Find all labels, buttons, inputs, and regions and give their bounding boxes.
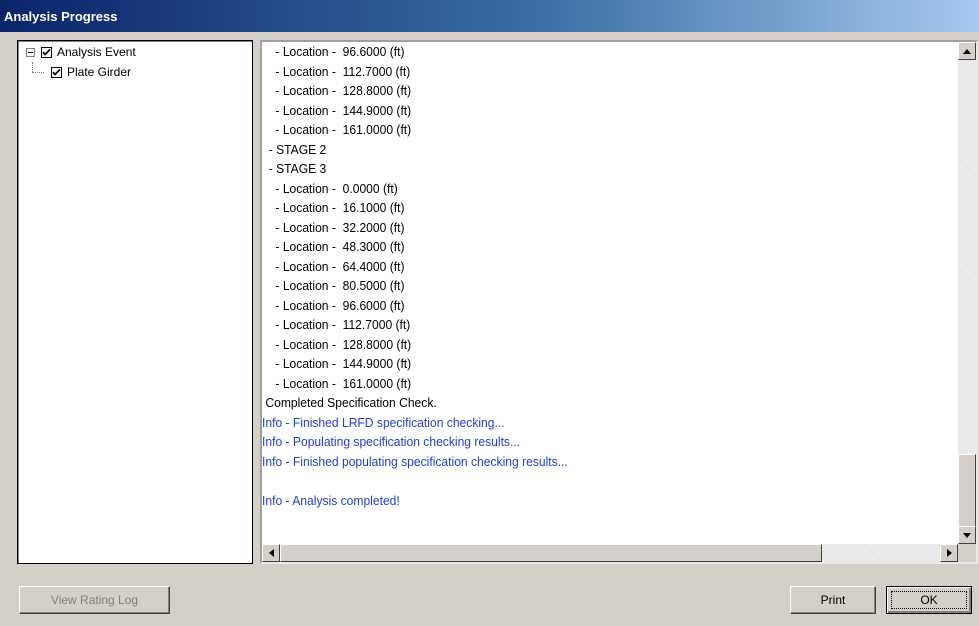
view-rating-log-label: View Rating Log xyxy=(50,593,139,607)
dialog-body: Analysis Event Plate Girder - Location -… xyxy=(0,32,979,626)
checkbox-analysis-event[interactable] xyxy=(41,46,52,58)
log-info-line: Info - Finished populating specification… xyxy=(262,453,568,469)
vertical-scroll-thumb[interactable] xyxy=(958,454,976,532)
collapse-icon[interactable] xyxy=(26,47,35,57)
arrow-down-icon xyxy=(963,532,971,538)
scroll-up-button[interactable] xyxy=(958,42,976,60)
log-line: - Location - 112.7000 (ft) xyxy=(262,63,411,79)
log-line: - Location - 128.8000 (ft) xyxy=(262,336,412,352)
log-line: Completed Specification Check. xyxy=(262,395,437,410)
tree-item-label: Plate Girder xyxy=(67,65,132,79)
arrow-up-icon xyxy=(963,48,971,54)
arrow-left-icon xyxy=(268,549,274,557)
focus-rectangle xyxy=(891,591,967,609)
log-line: - Location - 48.3000 (ft) xyxy=(262,239,405,254)
log-line: - Location - 128.8000 (ft) xyxy=(262,83,412,98)
log-line: - Location - 32.2000 (ft) xyxy=(262,219,405,235)
log-line: - Location - 64.4000 (ft) xyxy=(262,258,405,274)
log-text-area[interactable]: - Location - 96.6000 (ft) - Location - 1… xyxy=(262,42,958,544)
log-info-line: Info - Finished LRFD specification check… xyxy=(262,414,505,430)
scrollbar-corner xyxy=(958,544,976,562)
scroll-left-button[interactable] xyxy=(262,544,280,562)
scroll-down-button[interactable] xyxy=(958,526,976,544)
log-line: - STAGE 3 xyxy=(262,161,327,176)
log-line: - STAGE 2 xyxy=(262,141,327,157)
horizontal-scrollbar[interactable] xyxy=(262,544,958,562)
window-title: Analysis Progress xyxy=(4,9,118,24)
scroll-right-button[interactable] xyxy=(940,544,958,562)
view-rating-log-button[interactable]: View Rating Log xyxy=(19,586,170,614)
log-line: - Location - 112.7000 (ft) xyxy=(262,317,411,332)
checkbox-plate-girder[interactable] xyxy=(51,66,62,78)
window-title-bar: Analysis Progress xyxy=(0,0,979,32)
log-line: - Location - 144.9000 (ft) xyxy=(262,102,412,118)
tree-connector xyxy=(32,72,44,73)
horizontal-scroll-thumb[interactable] xyxy=(280,544,822,562)
log-line: - Location - 80.5000 (ft) xyxy=(262,278,405,293)
analysis-log[interactable]: - Location - 96.6000 (ft) - Location - 1… xyxy=(260,40,978,564)
ok-button[interactable]: OK xyxy=(886,586,972,614)
log-line: - Location - 0.0000 (ft) xyxy=(262,180,398,196)
tree-item-analysis-event[interactable]: Analysis Event xyxy=(26,43,136,61)
tree-item-plate-girder[interactable]: Plate Girder xyxy=(51,63,131,81)
log-line: - Location - 161.0000 (ft) xyxy=(262,375,412,391)
checkmark-icon xyxy=(42,48,51,56)
checkmark-icon xyxy=(52,68,61,76)
print-button[interactable]: Print xyxy=(790,586,876,614)
log-line: - Location - 96.6000 (ft) xyxy=(262,44,405,59)
log-info-line: Info - Analysis completed! xyxy=(262,492,400,508)
tree-item-label: Analysis Event xyxy=(57,45,136,59)
vertical-scrollbar[interactable] xyxy=(958,42,976,544)
log-line: - Location - 161.0000 (ft) xyxy=(262,122,412,137)
log-info-line: Info - Populating specification checking… xyxy=(262,434,521,449)
log-line: - Location - 16.1000 (ft) xyxy=(262,200,405,215)
log-line: - Location - 96.6000 (ft) xyxy=(262,297,405,313)
analysis-tree[interactable]: Analysis Event Plate Girder xyxy=(17,40,253,564)
log-line: - Location - 144.9000 (ft) xyxy=(262,356,412,371)
print-label: Print xyxy=(820,593,846,607)
tree-connector xyxy=(32,62,33,72)
arrow-right-icon xyxy=(946,549,952,557)
